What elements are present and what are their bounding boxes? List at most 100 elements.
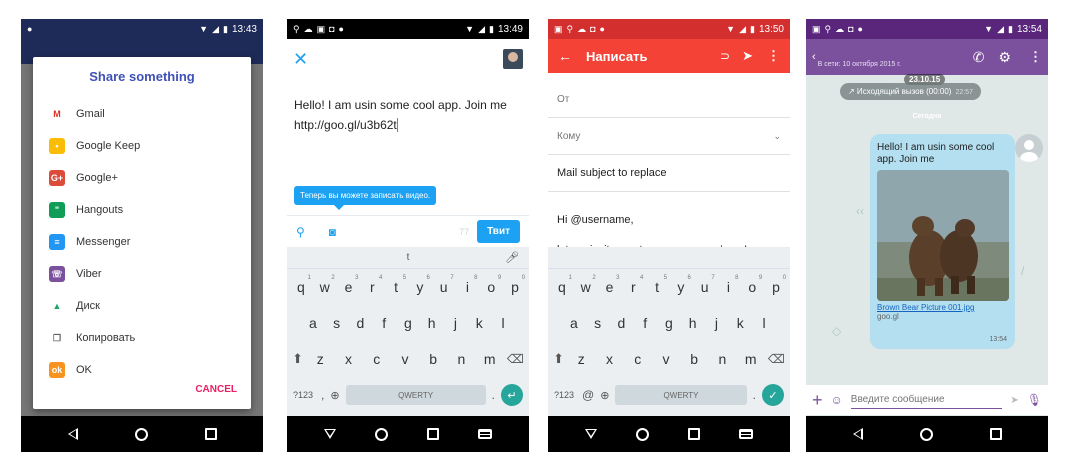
key-b[interactable]: b	[422, 351, 444, 367]
share-item[interactable]: ❐ Копировать	[33, 322, 251, 354]
back-icon[interactable]: ‹	[812, 51, 816, 63]
home-icon[interactable]	[375, 427, 389, 441]
key-b[interactable]: b	[683, 351, 705, 367]
key-d[interactable]: d	[610, 315, 632, 331]
key-o[interactable]: o9	[480, 275, 502, 295]
subject-field[interactable]: Mail subject to replace	[548, 155, 790, 192]
home-icon[interactable]	[636, 427, 650, 441]
globe-icon[interactable]: ⊕	[330, 389, 339, 402]
at-key[interactable]: @	[582, 388, 594, 402]
key-i[interactable]: i8	[456, 275, 478, 295]
key-h[interactable]: h	[682, 315, 704, 331]
space-key[interactable]: QWERTY	[615, 385, 747, 405]
back-icon[interactable]	[852, 428, 863, 440]
key-g[interactable]: g	[658, 315, 680, 331]
message-bubble[interactable]: Hello! I am usin some cool app. Join me …	[870, 134, 1015, 349]
symbols-key[interactable]: ?123	[293, 390, 315, 400]
key-t[interactable]: t5	[646, 275, 668, 295]
key-w[interactable]: w2	[575, 275, 597, 295]
shift-icon[interactable]: ⬆	[292, 351, 303, 367]
key-p[interactable]: p0	[504, 275, 526, 295]
key-m[interactable]: m	[740, 351, 762, 367]
attachment-link[interactable]: Brown Bear Picture 001.jpg	[877, 303, 1008, 312]
location-pin-icon[interactable]: ⚲	[296, 225, 305, 239]
key-x[interactable]: x	[598, 351, 620, 367]
back-icon[interactable]	[67, 428, 78, 440]
key-l[interactable]: l	[492, 315, 514, 331]
tweet-text-input[interactable]: Hello! I am usin some cool app. Join me …	[294, 95, 524, 135]
comma-key[interactable]: ,	[321, 388, 324, 402]
home-icon[interactable]	[919, 427, 933, 441]
key-d[interactable]: d	[349, 315, 371, 331]
share-item[interactable]: ☏ Viber	[33, 258, 251, 290]
symbols-key[interactable]: ?123	[554, 390, 576, 400]
tweet-button[interactable]: Твит	[477, 220, 520, 243]
message-input[interactable]	[850, 391, 1003, 409]
key-k[interactable]: k	[468, 315, 490, 331]
share-item[interactable]: ▲ Диск	[33, 290, 251, 322]
key-s[interactable]: s	[587, 315, 609, 331]
share-item[interactable]: G+ Google+	[33, 162, 251, 194]
key-l[interactable]: l	[753, 315, 775, 331]
keyboard-switch-icon[interactable]	[738, 429, 753, 439]
key-h[interactable]: h	[421, 315, 443, 331]
key-v[interactable]: v	[655, 351, 677, 367]
space-key[interactable]: QWERTY	[345, 385, 486, 405]
key-z[interactable]: z	[570, 351, 592, 367]
key-f[interactable]: f	[634, 315, 656, 331]
key-n[interactable]: n	[450, 351, 472, 367]
key-w[interactable]: w2	[314, 275, 336, 295]
backspace-icon[interactable]: ⌫	[507, 352, 524, 366]
key-y[interactable]: y6	[409, 275, 431, 295]
key-u[interactable]: u7	[433, 275, 455, 295]
backspace-icon[interactable]: ⌫	[768, 352, 785, 366]
camera-icon[interactable]: ◙	[329, 225, 336, 239]
key-k[interactable]: k	[729, 315, 751, 331]
share-item[interactable]: • Google Keep	[33, 130, 251, 162]
done-check-icon[interactable]: ✓	[762, 384, 784, 406]
gear-icon[interactable]: ⚙	[998, 49, 1011, 66]
plus-icon[interactable]: +	[812, 390, 823, 411]
key-o[interactable]: o9	[741, 275, 763, 295]
key-a[interactable]: a	[302, 315, 324, 331]
key-y[interactable]: y6	[670, 275, 692, 295]
period-key[interactable]: .	[753, 388, 756, 402]
attach-icon[interactable]: ⊃	[720, 49, 730, 63]
key-j[interactable]: j	[444, 315, 466, 331]
home-icon[interactable]	[134, 427, 148, 441]
key-v[interactable]: v	[394, 351, 416, 367]
recents-icon[interactable]	[687, 428, 700, 440]
key-m[interactable]: m	[479, 351, 501, 367]
hide-keyboard-icon[interactable]	[324, 429, 337, 439]
key-r[interactable]: r4	[622, 275, 644, 295]
key-p[interactable]: p0	[765, 275, 787, 295]
key-q[interactable]: q1	[551, 275, 573, 295]
phone-call-icon[interactable]: ✆	[973, 49, 985, 66]
recents-icon[interactable]	[204, 428, 217, 440]
key-i[interactable]: i8	[717, 275, 739, 295]
share-item[interactable]: ≡ Messenger	[33, 226, 251, 258]
key-s[interactable]: s	[326, 315, 348, 331]
key-z[interactable]: z	[309, 351, 331, 367]
chevron-down-icon[interactable]: ⌄	[773, 131, 781, 142]
key-a[interactable]: a	[563, 315, 585, 331]
more-vert-icon[interactable]: ⋮	[767, 48, 780, 64]
avatar[interactable]	[1015, 134, 1043, 162]
back-arrow-icon[interactable]: ←	[558, 48, 572, 64]
sticker-icon[interactable]: ☺	[831, 393, 843, 407]
key-n[interactable]: n	[711, 351, 733, 367]
key-j[interactable]: j	[705, 315, 727, 331]
shift-icon[interactable]: ⬆	[553, 351, 564, 367]
share-item[interactable]: M Gmail	[33, 98, 251, 130]
key-t[interactable]: t5	[385, 275, 407, 295]
send-icon[interactable]: ➤	[1010, 395, 1018, 406]
key-x[interactable]: x	[337, 351, 359, 367]
key-g[interactable]: g	[397, 315, 419, 331]
share-item[interactable]: " Hangouts	[33, 194, 251, 226]
hide-keyboard-icon[interactable]	[585, 429, 598, 439]
close-icon[interactable]: ✕	[293, 49, 308, 70]
recents-icon[interactable]	[426, 428, 439, 440]
enter-key-icon[interactable]: ↵	[501, 384, 523, 406]
from-field[interactable]: От	[548, 81, 790, 118]
key-c[interactable]: c	[627, 351, 649, 367]
